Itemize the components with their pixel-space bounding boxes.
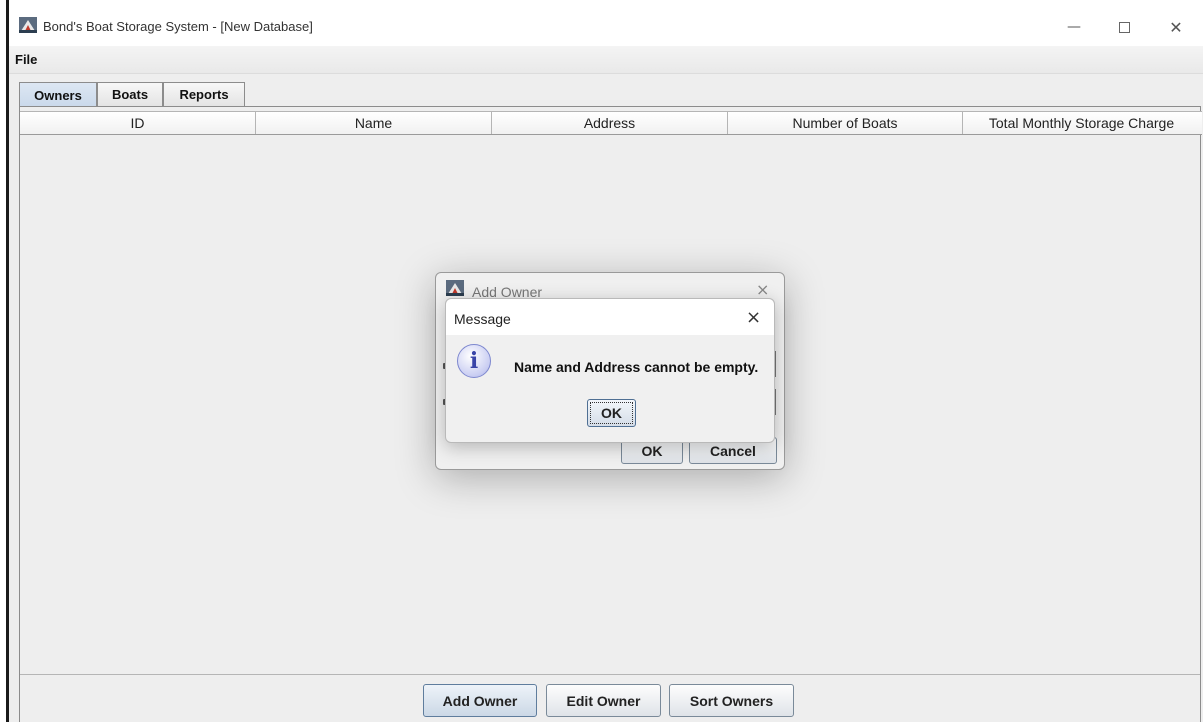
app-icon bbox=[19, 17, 37, 33]
column-header-total-monthly-storage-charge[interactable]: Total Monthly Storage Charge bbox=[963, 112, 1200, 134]
maximize-button[interactable] bbox=[1101, 10, 1147, 44]
minimize-icon: — bbox=[1067, 19, 1081, 35]
tab-owners[interactable]: Owners bbox=[19, 82, 97, 108]
message-text: Name and Address cannot be empty. bbox=[514, 359, 759, 375]
tab-reports[interactable]: Reports bbox=[163, 82, 245, 106]
message-dialog: Message × i Name and Address cannot be e… bbox=[445, 298, 775, 443]
column-header-name[interactable]: Name bbox=[256, 112, 492, 134]
button-bar: Add Owner Edit Owner Sort Owners bbox=[20, 677, 1200, 722]
message-close-icon[interactable]: × bbox=[746, 307, 761, 328]
close-icon: ✕ bbox=[1169, 17, 1183, 37]
column-header-id[interactable]: ID bbox=[20, 112, 256, 134]
tab-boats[interactable]: Boats bbox=[97, 82, 163, 106]
table-header: ID Name Address Number of Boats Total Mo… bbox=[20, 111, 1202, 135]
app-icon bbox=[446, 280, 464, 296]
edit-owner-button[interactable]: Edit Owner bbox=[546, 684, 661, 717]
menu-bar: File bbox=[9, 46, 1203, 74]
add-owner-button[interactable]: Add Owner bbox=[423, 684, 537, 717]
message-ok-button[interactable]: OK bbox=[587, 399, 636, 427]
menu-file[interactable]: File bbox=[15, 52, 37, 67]
info-icon: i bbox=[457, 344, 491, 378]
column-header-number-of-boats[interactable]: Number of Boats bbox=[728, 112, 963, 134]
column-header-address[interactable]: Address bbox=[492, 112, 728, 134]
add-owner-close-icon[interactable]: × bbox=[756, 280, 769, 299]
minimize-button[interactable]: — bbox=[1051, 10, 1097, 44]
title-bar[interactable]: Bond's Boat Storage System - [New Databa… bbox=[9, 0, 1203, 46]
window-title: Bond's Boat Storage System - [New Databa… bbox=[43, 19, 313, 34]
message-dialog-titlebar[interactable]: Message × bbox=[446, 299, 774, 335]
close-button[interactable]: ✕ bbox=[1153, 10, 1199, 44]
message-dialog-title: Message bbox=[454, 311, 511, 327]
sort-owners-button[interactable]: Sort Owners bbox=[669, 684, 794, 717]
maximize-icon bbox=[1118, 21, 1130, 33]
